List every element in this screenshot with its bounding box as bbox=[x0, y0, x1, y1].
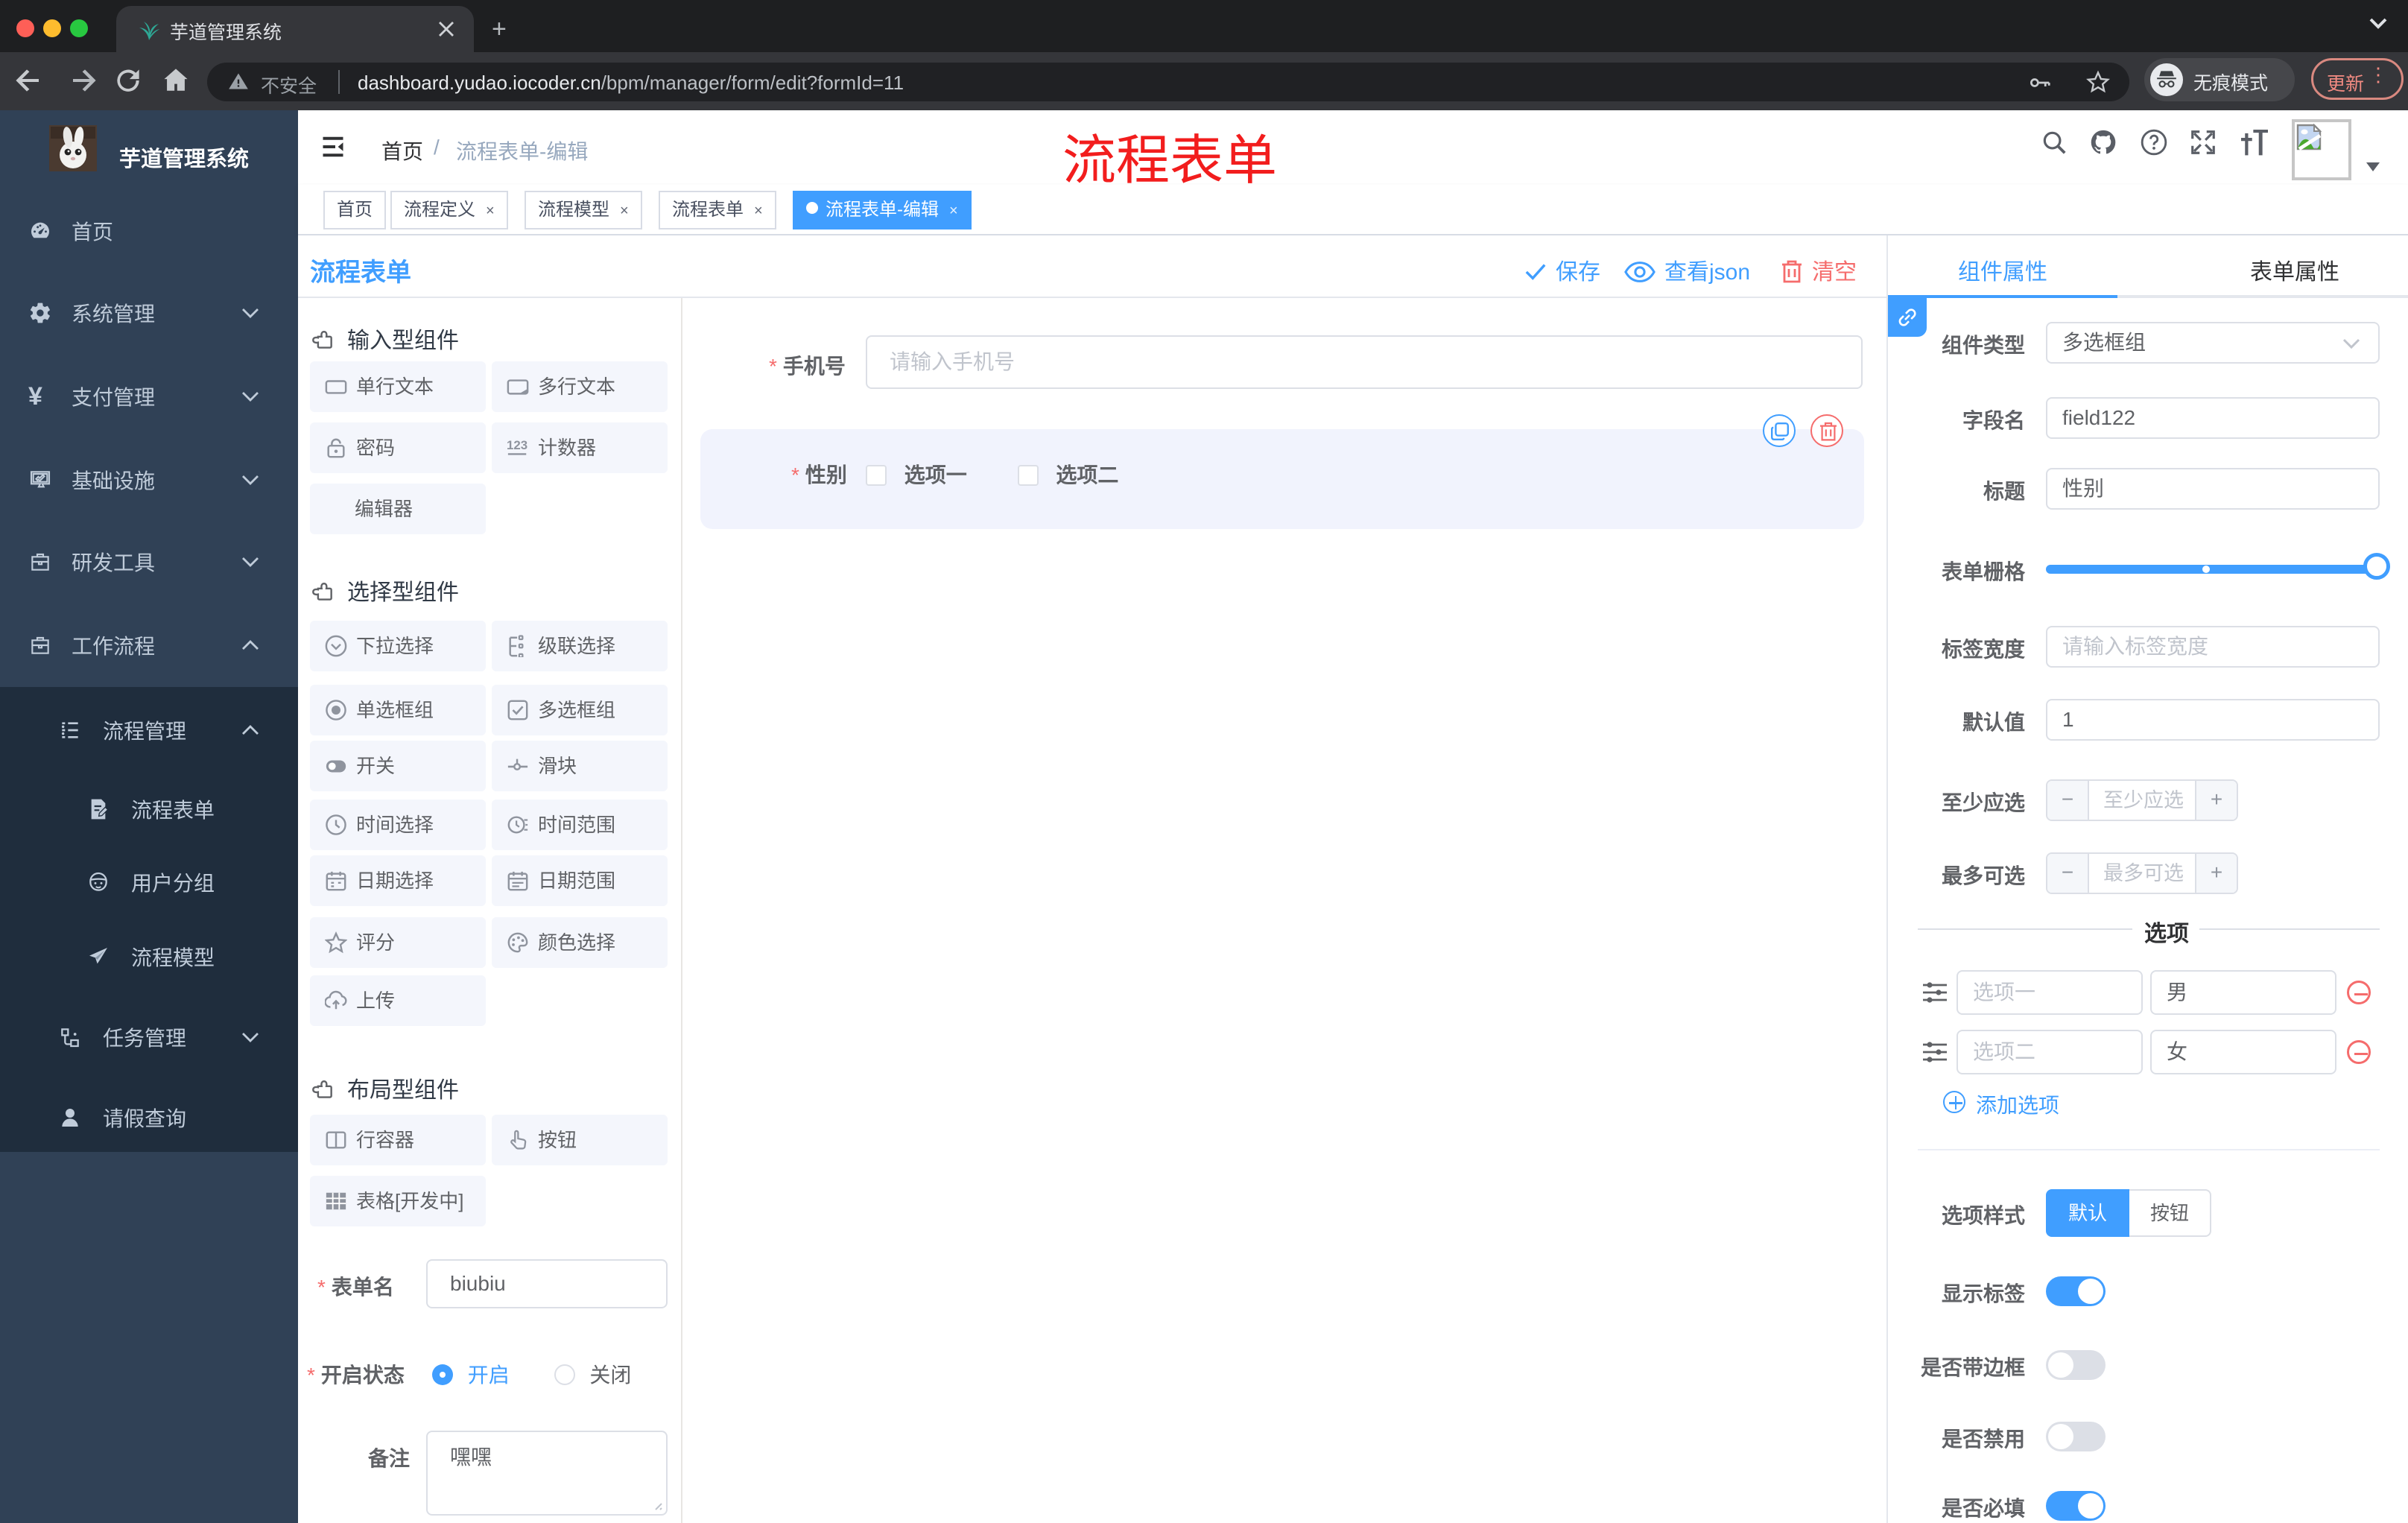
svg-text:123: 123 bbox=[507, 438, 527, 452]
